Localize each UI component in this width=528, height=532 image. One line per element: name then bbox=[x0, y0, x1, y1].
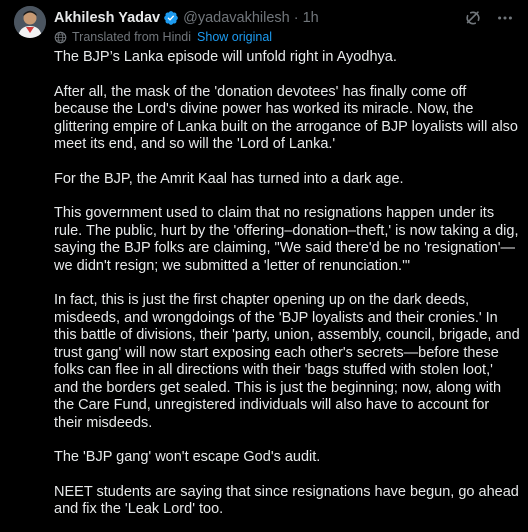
post-paragraph: NEET students are saying that since resi… bbox=[54, 483, 519, 518]
post-paragraph: The 'BJP gang' won't escape God's audit. bbox=[54, 449, 321, 465]
post-paragraph: This government used to claim that no re… bbox=[54, 205, 519, 274]
show-original-link[interactable]: Show original bbox=[197, 30, 272, 44]
separator: · bbox=[293, 10, 299, 26]
post-paragraph: After all, the mask of the 'donation dev… bbox=[54, 83, 518, 153]
more-options-icon[interactable] bbox=[496, 9, 514, 27]
author-name[interactable]: Akhilesh Yadav bbox=[54, 10, 160, 26]
avatar[interactable] bbox=[14, 6, 46, 38]
post-time[interactable]: 1h bbox=[303, 10, 319, 26]
post-header: Akhilesh Yadav @yadavakhilesh · 1h bbox=[54, 8, 514, 28]
post-paragraph: The BJP’s Lanka episode will unfold righ… bbox=[54, 49, 397, 65]
globe-icon bbox=[54, 31, 67, 44]
translated-label: Translated from Hindi bbox=[72, 30, 192, 44]
author-handle[interactable]: @yadavakhilesh bbox=[183, 10, 290, 26]
verified-badge-icon bbox=[163, 10, 179, 26]
post-paragraph: For the BJP, the Amrit Kaal has turned i… bbox=[54, 170, 404, 187]
translation-notice: Translated from Hindi Show original bbox=[54, 28, 272, 46]
post-paragraph: In fact, this is just the first chapter … bbox=[54, 292, 520, 431]
header-actions bbox=[464, 9, 514, 27]
post-text: The BJP’s Lanka episode will unfold righ… bbox=[54, 49, 520, 532]
grok-icon[interactable] bbox=[464, 9, 482, 27]
